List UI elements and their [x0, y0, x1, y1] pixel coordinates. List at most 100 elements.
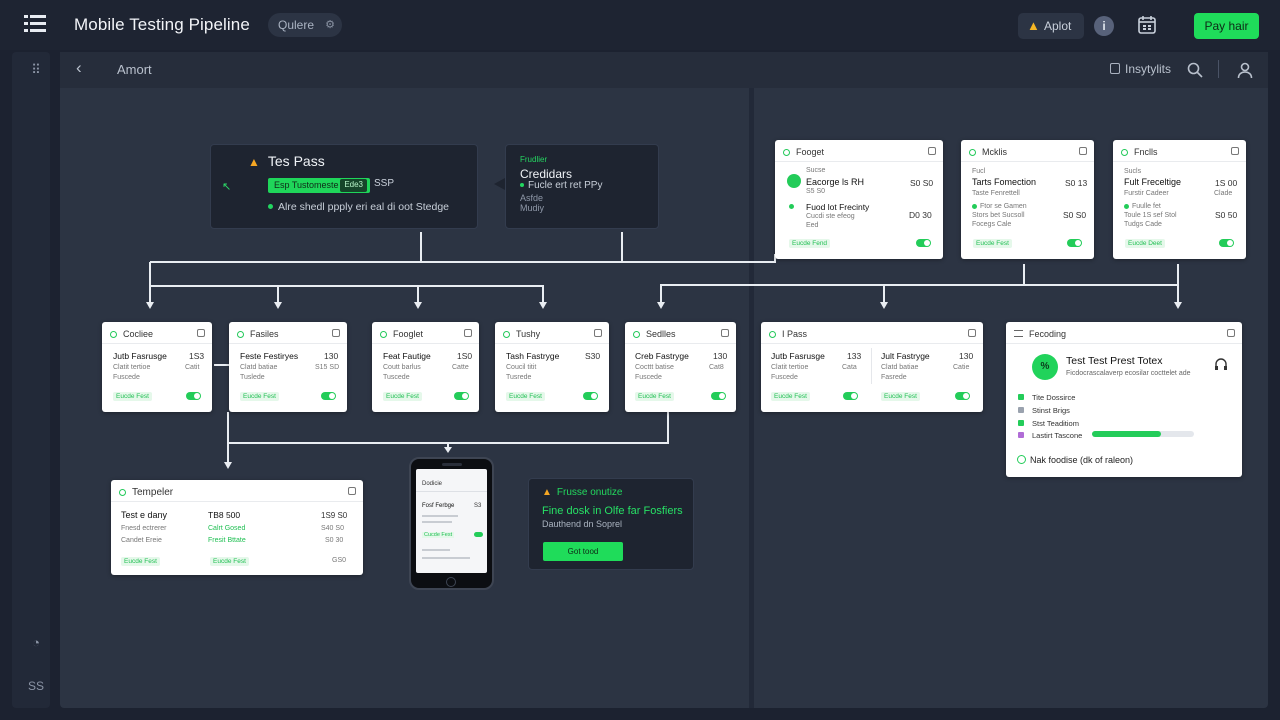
clock-icon — [1121, 149, 1128, 156]
toggle-switch[interactable] — [843, 392, 858, 400]
creators-sub-1: Asfde — [520, 193, 544, 203]
toggle-switch[interactable] — [916, 239, 931, 247]
insights-button[interactable]: Insytylits — [1110, 62, 1171, 76]
phone-preview[interactable]: Dodicie Fosf Ferbge S3 Cucde Fest — [409, 457, 494, 590]
clock-icon — [110, 331, 117, 338]
card-fasiles[interactable]: Fasiles Feste Festiryes 130 Clatd batiae… — [229, 322, 347, 412]
clock-icon — [969, 149, 976, 156]
card-row-value: Clade — [1214, 190, 1233, 197]
card-row-sub: Taste Fenrettell — [972, 190, 1020, 197]
info-icon[interactable]: i — [1094, 16, 1114, 36]
report-footer: Nak foodise (dk of raleon) — [1030, 455, 1134, 465]
test-pass-title: ▲ Tes Pass — [248, 153, 325, 169]
warning-icon: ▲ — [542, 487, 552, 498]
left-rail — [12, 52, 50, 708]
clipboard-icon — [1110, 63, 1120, 74]
breadcrumb[interactable]: Amort — [117, 62, 152, 77]
alert-button[interactable]: ▲ Aplot — [1018, 13, 1084, 39]
phone-row-value: S3 — [474, 503, 482, 509]
report-status-badge: % — [1032, 354, 1058, 380]
card-row-sub: S15 SD — [315, 364, 340, 371]
phone-title: Dodicie — [422, 481, 443, 487]
card-row-title: Jutb Fasrusge — [113, 351, 167, 361]
feature-cta-button[interactable]: Got tood — [543, 542, 623, 561]
phone-notch — [442, 463, 462, 466]
panel-divider[interactable] — [749, 88, 754, 708]
card-header: Tushy — [503, 329, 540, 339]
table-cell: S40 S0 — [321, 525, 344, 532]
status-tag: Eucde Fend — [789, 239, 831, 248]
menu-icon[interactable] — [24, 14, 46, 34]
card-tushy[interactable]: Tushy Tash Fastryge S30 Coucil titit Tus… — [495, 322, 609, 412]
test-pass-field-tag: Ede3 — [340, 179, 367, 192]
options-icon[interactable] — [968, 329, 976, 337]
card-row-sub: Catte — [452, 364, 469, 371]
card-row-value: 130 — [713, 351, 728, 361]
alert-button-label: Aplot — [1044, 19, 1072, 33]
options-icon[interactable] — [721, 329, 729, 337]
options-icon[interactable] — [464, 329, 472, 337]
options-icon[interactable] — [1079, 147, 1087, 155]
options-icon[interactable] — [197, 329, 205, 337]
sub-toolbar — [60, 52, 1268, 88]
status-tag: Eucde Fest — [113, 392, 152, 401]
card-header: I Pass — [769, 329, 807, 339]
test-pass-field[interactable]: Esp Tustomeste Ede3 — [268, 178, 370, 193]
toggle-switch[interactable] — [1215, 455, 1233, 464]
status-tag: Eucde Deet — [1125, 239, 1165, 248]
card-cocliee[interactable]: Cocliee Jutb Fasrusge 1S3 Clatit tertioe… — [102, 322, 212, 412]
table-cell: Candet Ereie — [121, 537, 162, 544]
status-dot — [520, 183, 524, 187]
card-finals[interactable]: Fnclls Sucls Fult Freceltige 1S 00 Furst… — [1113, 140, 1246, 259]
clock-icon — [380, 331, 387, 338]
toggle-switch[interactable] — [955, 392, 970, 400]
clock-icon — [769, 331, 776, 338]
status-dot — [787, 174, 801, 188]
app-title: Mobile Testing Pipeline — [74, 15, 250, 34]
card-header: Fasiles — [237, 329, 279, 339]
card-row-title: Feste Festiryes — [240, 351, 299, 361]
phone-button[interactable]: Cucde Fest — [422, 532, 455, 538]
query-pill[interactable]: Qulere ⚙ — [268, 13, 342, 37]
options-icon[interactable] — [928, 147, 936, 155]
toggle-switch[interactable] — [1219, 239, 1234, 247]
search-icon[interactable] — [1186, 61, 1204, 79]
toggle-switch[interactable] — [583, 392, 598, 400]
settings-icon[interactable]: ◔ — [24, 635, 48, 650]
legend-swatch — [1018, 407, 1024, 413]
options-icon[interactable] — [594, 329, 602, 337]
user-icon[interactable] — [1236, 61, 1254, 79]
options-icon[interactable] — [348, 487, 356, 495]
toggle-switch[interactable] — [1067, 239, 1082, 247]
toggle-switch[interactable] — [454, 392, 469, 400]
toggle-switch[interactable] — [186, 392, 201, 400]
templer-card[interactable]: Tempeler Test e dany TB8 500 1S9 S0 Fnes… — [111, 480, 363, 575]
pay-button[interactable]: Pay hair — [1194, 13, 1259, 39]
phone-home-button — [446, 577, 456, 587]
legend-swatch — [1018, 432, 1024, 438]
card-row-sub: Tuslede — [240, 374, 265, 381]
apps-grid-icon[interactable]: ⠿ — [24, 62, 48, 78]
toggle-switch[interactable] — [711, 392, 726, 400]
card-row-sub: Focegs Cale — [972, 221, 1012, 228]
calendar-icon[interactable] — [1138, 15, 1156, 34]
creators-row: Fucle ert ret PPy — [520, 180, 602, 191]
back-icon[interactable]: ‹ — [76, 58, 82, 78]
rail-bottom-label: SS — [27, 679, 44, 693]
card-row-sub: Cata — [842, 364, 857, 371]
feature-title: ▲ Frusse onutize — [542, 487, 623, 498]
card-sedlles[interactable]: Sedlles Creb Fastryge 130 Cocttt batise … — [625, 322, 736, 412]
card-row-sub: Clatd batiae — [240, 364, 278, 371]
options-icon[interactable] — [1231, 147, 1239, 155]
card-pass[interactable]: I Pass Jutb Fasrusge 133 Clatit tertioe … — [761, 322, 983, 412]
card-fooglet[interactable]: Fooglet Feat Fautige 1S0 Coutt barlus Ca… — [372, 322, 479, 412]
card-mobile[interactable]: Mcklis Fucl Tarts Fomection S0 13 Taste … — [961, 140, 1094, 259]
card-row-sub: Cat8 — [709, 364, 724, 371]
options-icon[interactable] — [1227, 329, 1235, 337]
toggle-switch[interactable] — [321, 392, 336, 400]
report-headline: Test Test Prest Totex — [1066, 355, 1163, 367]
headphones-icon[interactable] — [1214, 357, 1228, 373]
card-row-title: Eacorge ls RH — [806, 177, 865, 187]
options-icon[interactable] — [332, 329, 340, 337]
card-budget[interactable]: Fooget Sucse Eacorge ls RH S0 S0 S5 S0 F… — [775, 140, 943, 259]
